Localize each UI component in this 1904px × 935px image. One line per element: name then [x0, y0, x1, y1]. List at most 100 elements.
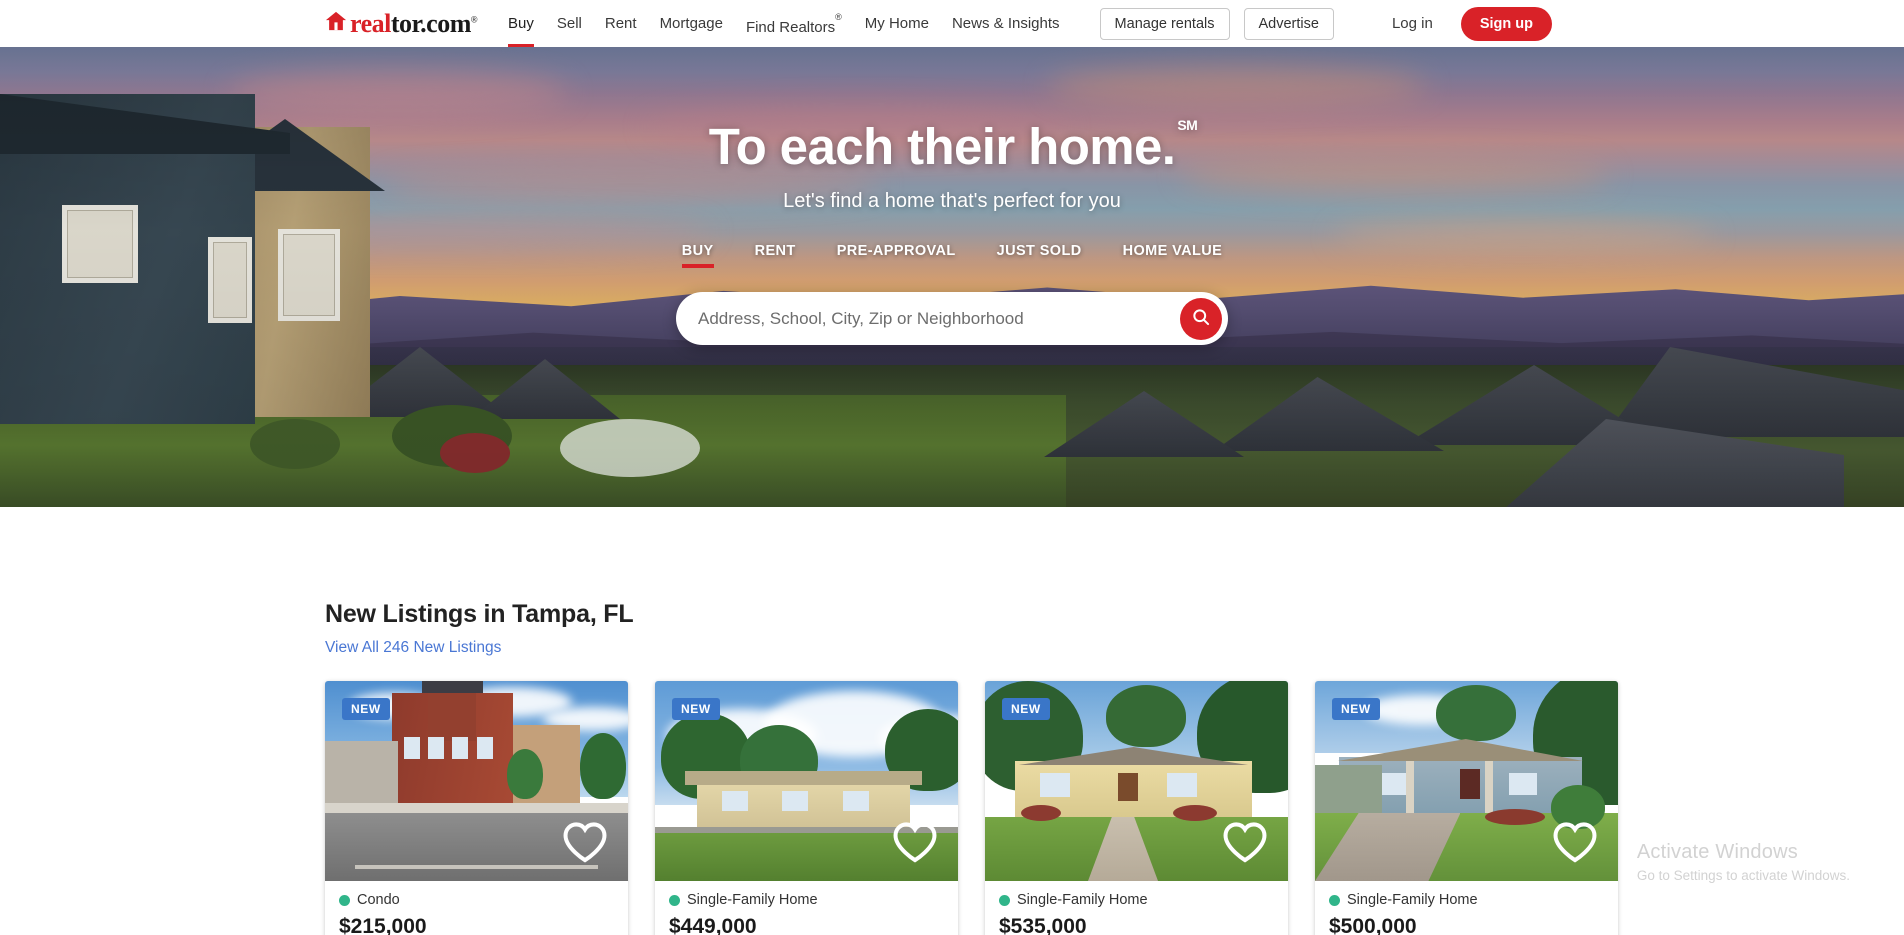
status-dot-icon [339, 894, 350, 906]
listing-price: $215,000 [339, 915, 427, 935]
window-shape [1381, 773, 1408, 795]
tree-shape [579, 733, 626, 799]
logo-trademark: ® [470, 13, 478, 24]
favorite-heart-icon[interactable] [562, 821, 608, 868]
window-shape [721, 791, 748, 811]
logo-wordmark: realtor.com® [350, 8, 478, 38]
flower-bed-shape [1172, 805, 1217, 821]
listing-type: Condo [339, 892, 614, 908]
hero-title: To each their home. SM [0, 117, 1904, 175]
favorite-heart-icon[interactable] [892, 821, 938, 868]
hero-content: To each their home. SM Let's find a home … [0, 47, 1904, 346]
porch-column-shape [1405, 761, 1414, 813]
listing-type-label: Single-Family Home [1017, 892, 1148, 908]
logo-text-black: tor.com [390, 8, 472, 38]
hero-section: To each their home. SM Let's find a home … [0, 47, 1904, 507]
window-shape [1039, 773, 1070, 797]
porch-column-shape [1484, 761, 1493, 813]
nav-item-mortgage[interactable]: Mortgage [660, 0, 723, 47]
nav-item-sell[interactable]: Sell [557, 0, 582, 47]
nav-item-my-home[interactable]: My Home [865, 0, 929, 47]
listing-type: Single-Family Home [999, 892, 1274, 908]
main-navigation: Buy Sell Rent Mortgage Find Realtors® My… [508, 0, 1060, 47]
listing-type-label: Single-Family Home [1347, 892, 1478, 908]
listing-details: Single-Family Home $449,000 [655, 881, 958, 935]
search-input[interactable] [698, 308, 1180, 329]
listing-price: $500,000 [1329, 915, 1417, 935]
status-dot-icon [1329, 894, 1340, 906]
favorite-heart-icon[interactable] [1222, 821, 1268, 868]
tree-shape [1106, 685, 1187, 747]
listing-card[interactable]: NEW Single-Family Home $449,000 [655, 681, 958, 935]
window-shape [1166, 773, 1197, 797]
tree-shape [1436, 685, 1517, 741]
sidewalk-shape [325, 803, 628, 813]
search-button[interactable] [1180, 297, 1222, 340]
nav-item-buy[interactable]: Buy [508, 0, 534, 47]
window-shape [782, 791, 809, 811]
listing-type-label: Condo [357, 892, 400, 908]
hero-tab-pre-approval[interactable]: PRE-APPROVAL [837, 243, 956, 268]
window-shape [476, 737, 493, 759]
window-shape [842, 791, 869, 811]
listing-price: $449,000 [669, 915, 757, 935]
nav-item-rent[interactable]: Rent [605, 0, 637, 47]
log-in-link[interactable]: Log in [1392, 15, 1433, 32]
listing-photo: NEW [1315, 681, 1618, 881]
site-header: realtor.com® Buy Sell Rent Mortgage Find… [0, 0, 1904, 47]
hero-tab-just-sold[interactable]: JUST SOLD [997, 243, 1082, 268]
manage-rentals-button[interactable]: Manage rentals [1099, 7, 1230, 40]
window-shape [403, 737, 420, 759]
new-listings-section: New Listings in Tampa, FL View All 246 N… [0, 507, 1904, 935]
listing-photo: NEW [655, 681, 958, 881]
nav-label-sell: Sell [556, 15, 582, 32]
hero-tab-buy[interactable]: BUY [681, 243, 714, 269]
window-shape [428, 737, 445, 759]
favorite-heart-icon[interactable] [1552, 821, 1598, 868]
new-badge: NEW [1002, 698, 1050, 720]
new-badge: NEW [1332, 698, 1380, 720]
listing-details: Condo $215,000 [325, 881, 628, 935]
hero-tab-rent[interactable]: RENT [755, 243, 796, 268]
listing-type: Single-Family Home [669, 892, 944, 908]
listing-card[interactable]: NEW Single-Family Home $535,000 [985, 681, 1288, 935]
listing-photo: NEW [985, 681, 1288, 881]
hero-tab-bar: BUY RENT PRE-APPROVAL JUST SOLD HOME VAL… [0, 243, 1904, 269]
window-shape [1508, 773, 1537, 795]
listing-price: $535,000 [999, 915, 1087, 935]
realtor-logo[interactable]: realtor.com® [325, 8, 478, 38]
listing-card[interactable]: NEW Condo $215,000 [325, 681, 628, 935]
listing-photo: NEW [325, 681, 628, 881]
sign-up-button[interactable]: Sign up [1460, 6, 1552, 41]
nav-label-my-home: My Home [864, 15, 929, 32]
listing-details: Single-Family Home $535,000 [985, 881, 1288, 935]
hero-title-text: To each their home. [708, 118, 1176, 175]
hero-tab-home-value[interactable]: HOME VALUE [1123, 243, 1223, 268]
tree-shape [506, 749, 543, 799]
status-dot-icon [669, 894, 680, 906]
door-shape [1118, 773, 1139, 801]
registered-mark: ® [835, 12, 842, 22]
front-door-shape [1460, 769, 1481, 799]
listing-details: Single-Family Home $500,000 [1315, 881, 1618, 935]
nav-label-rent: Rent [604, 15, 637, 32]
house-icon [325, 10, 347, 37]
nav-item-find-realtors[interactable]: Find Realtors® [746, 0, 842, 47]
page-title: New Listings in Tampa, FL [325, 600, 634, 628]
status-dot-icon [999, 894, 1010, 906]
tower-roof-shape [421, 681, 483, 693]
neighbor-house-shape [1315, 765, 1382, 813]
listing-type-label: Single-Family Home [687, 892, 818, 908]
window-shape [452, 737, 469, 759]
hero-subtitle: Let's find a home that's perfect for you [783, 190, 1121, 213]
listing-type: Single-Family Home [1329, 892, 1604, 908]
new-badge: NEW [342, 698, 390, 720]
house-roof-shape [685, 771, 922, 785]
new-badge: NEW [672, 698, 720, 720]
nav-item-news-insights[interactable]: News & Insights [952, 0, 1060, 47]
search-icon [1191, 307, 1211, 330]
nav-label-news-insights: News & Insights [951, 15, 1060, 32]
view-all-listings-link[interactable]: View All 246 New Listings [325, 639, 501, 657]
advertise-button[interactable]: Advertise [1243, 7, 1334, 40]
listing-card[interactable]: NEW Single-Family Home $500,000 [1315, 681, 1618, 935]
